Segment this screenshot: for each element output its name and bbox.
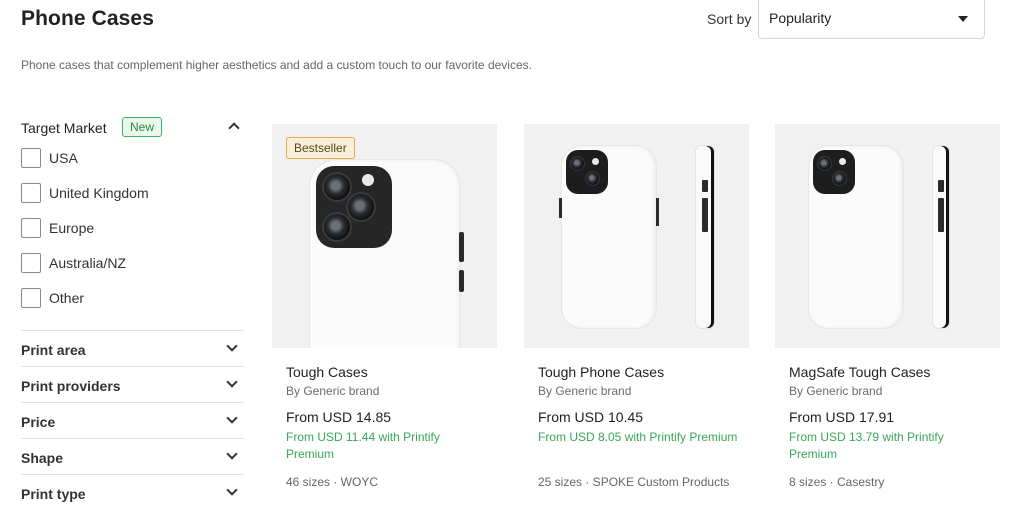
lens-icon <box>832 171 847 186</box>
premium-price: From USD 13.79 with Printify Premium <box>789 430 944 461</box>
chevron-down-icon <box>226 448 238 460</box>
product-image[interactable] <box>524 124 749 348</box>
filter-label: Print providers <box>21 378 121 394</box>
chevron-down-icon <box>226 484 238 496</box>
product-card-tough-phone-cases[interactable]: Tough Phone Cases By Generic brand From … <box>524 124 749 504</box>
chevron-down-icon <box>226 376 238 388</box>
phone-case-side-view <box>933 146 949 328</box>
new-badge: New <box>122 117 163 137</box>
lens-icon <box>817 156 832 171</box>
checkbox-box[interactable] <box>21 183 41 203</box>
checkbox-label: Europe <box>49 220 95 236</box>
product-card-magsafe-tough-cases[interactable]: MagSafe Tough Cases By Generic brand Fro… <box>775 124 1000 504</box>
checkbox-usa[interactable]: USA <box>21 148 221 170</box>
side-button <box>938 180 944 192</box>
side-button <box>702 198 708 232</box>
lens-icon <box>322 212 352 242</box>
checkbox-label: USA <box>49 150 78 166</box>
filter-label: Print area <box>21 342 86 358</box>
caret-down-icon <box>958 16 968 22</box>
filter-print-providers[interactable]: Print providers <box>21 366 244 402</box>
camera-module <box>316 166 392 248</box>
product-price: From USD 17.91 <box>789 409 895 425</box>
premium-price: From USD 8.05 with Printify Premium <box>538 430 738 444</box>
phone-case-illustration <box>310 160 464 348</box>
flash-icon <box>362 174 374 186</box>
checkbox-label: Australia/NZ <box>49 255 127 271</box>
filter-label: Print type <box>21 486 86 502</box>
chevron-up-icon <box>228 122 240 134</box>
phone-case-side-view <box>696 146 714 328</box>
side-button <box>702 180 708 192</box>
product-brand: By Generic brand <box>538 384 632 398</box>
premium-price: From USD 11.44 with Printify Premium <box>286 430 440 461</box>
checkbox-united-kingdom[interactable]: United Kingdom <box>21 183 221 205</box>
sort-value: Popularity <box>769 10 832 26</box>
checkbox-label: United Kingdom <box>49 185 149 201</box>
flash-icon <box>592 158 599 165</box>
chevron-down-icon <box>226 412 238 424</box>
product-image[interactable] <box>775 124 1000 348</box>
checkbox-box[interactable] <box>21 148 41 168</box>
filter-shape[interactable]: Shape <box>21 438 244 474</box>
product-brand: By Generic brand <box>789 384 883 398</box>
product-name[interactable]: Tough Cases <box>286 364 368 380</box>
product-meta: 46 sizes · WOYC <box>286 475 379 489</box>
sort-label: Sort by <box>707 11 752 27</box>
chevron-down-icon <box>226 340 238 352</box>
checkbox-australia-nz[interactable]: Australia/NZ <box>21 253 221 275</box>
checkbox-box[interactable] <box>21 218 41 238</box>
product-name[interactable]: MagSafe Tough Cases <box>789 364 930 380</box>
checkbox-other[interactable]: Other <box>21 288 221 310</box>
lens-icon <box>346 192 376 222</box>
filter-target-market-label: Target Market <box>21 120 107 136</box>
lens-icon <box>570 156 585 171</box>
checkbox-label: Other <box>49 290 85 306</box>
side-button <box>559 198 562 218</box>
page-title: Phone Cases <box>21 7 154 30</box>
filter-price[interactable]: Price <box>21 402 244 438</box>
product-name[interactable]: Tough Phone Cases <box>538 364 664 380</box>
page-description: Phone cases that complement higher aesth… <box>21 58 532 72</box>
checkbox-europe[interactable]: Europe <box>21 218 221 240</box>
lens-icon <box>585 171 600 186</box>
filter-label: Price <box>21 414 56 430</box>
flash-icon <box>839 158 846 165</box>
checkbox-box[interactable] <box>21 253 41 273</box>
filter-label: Shape <box>21 450 64 466</box>
phone-case-illustration <box>809 146 903 328</box>
filter-print-area[interactable]: Print area <box>21 330 244 366</box>
side-button <box>459 232 464 262</box>
phone-case-illustration <box>559 146 659 328</box>
side-button <box>656 198 659 226</box>
product-image[interactable]: Bestseller <box>272 124 497 348</box>
side-button <box>938 198 944 232</box>
camera-module <box>566 150 608 194</box>
product-brand: By Generic brand <box>286 384 380 398</box>
sort-dropdown[interactable]: Popularity <box>758 0 985 39</box>
checkbox-box[interactable] <box>21 288 41 308</box>
lens-icon <box>322 172 352 202</box>
product-meta: 25 sizes · SPOKE Custom Products <box>538 475 730 489</box>
product-card-tough-cases[interactable]: Bestseller Tough Cases By Generic brand … <box>272 124 497 504</box>
product-price: From USD 14.85 <box>286 409 392 425</box>
product-price: From USD 10.45 <box>538 409 644 425</box>
camera-module <box>813 150 855 194</box>
product-meta: 8 sizes · Casestry <box>789 475 885 489</box>
filter-print-type[interactable]: Print type <box>21 474 244 510</box>
side-button <box>459 270 464 292</box>
bestseller-badge: Bestseller <box>286 137 355 159</box>
filter-target-market-header[interactable]: Target Market New <box>21 116 244 140</box>
